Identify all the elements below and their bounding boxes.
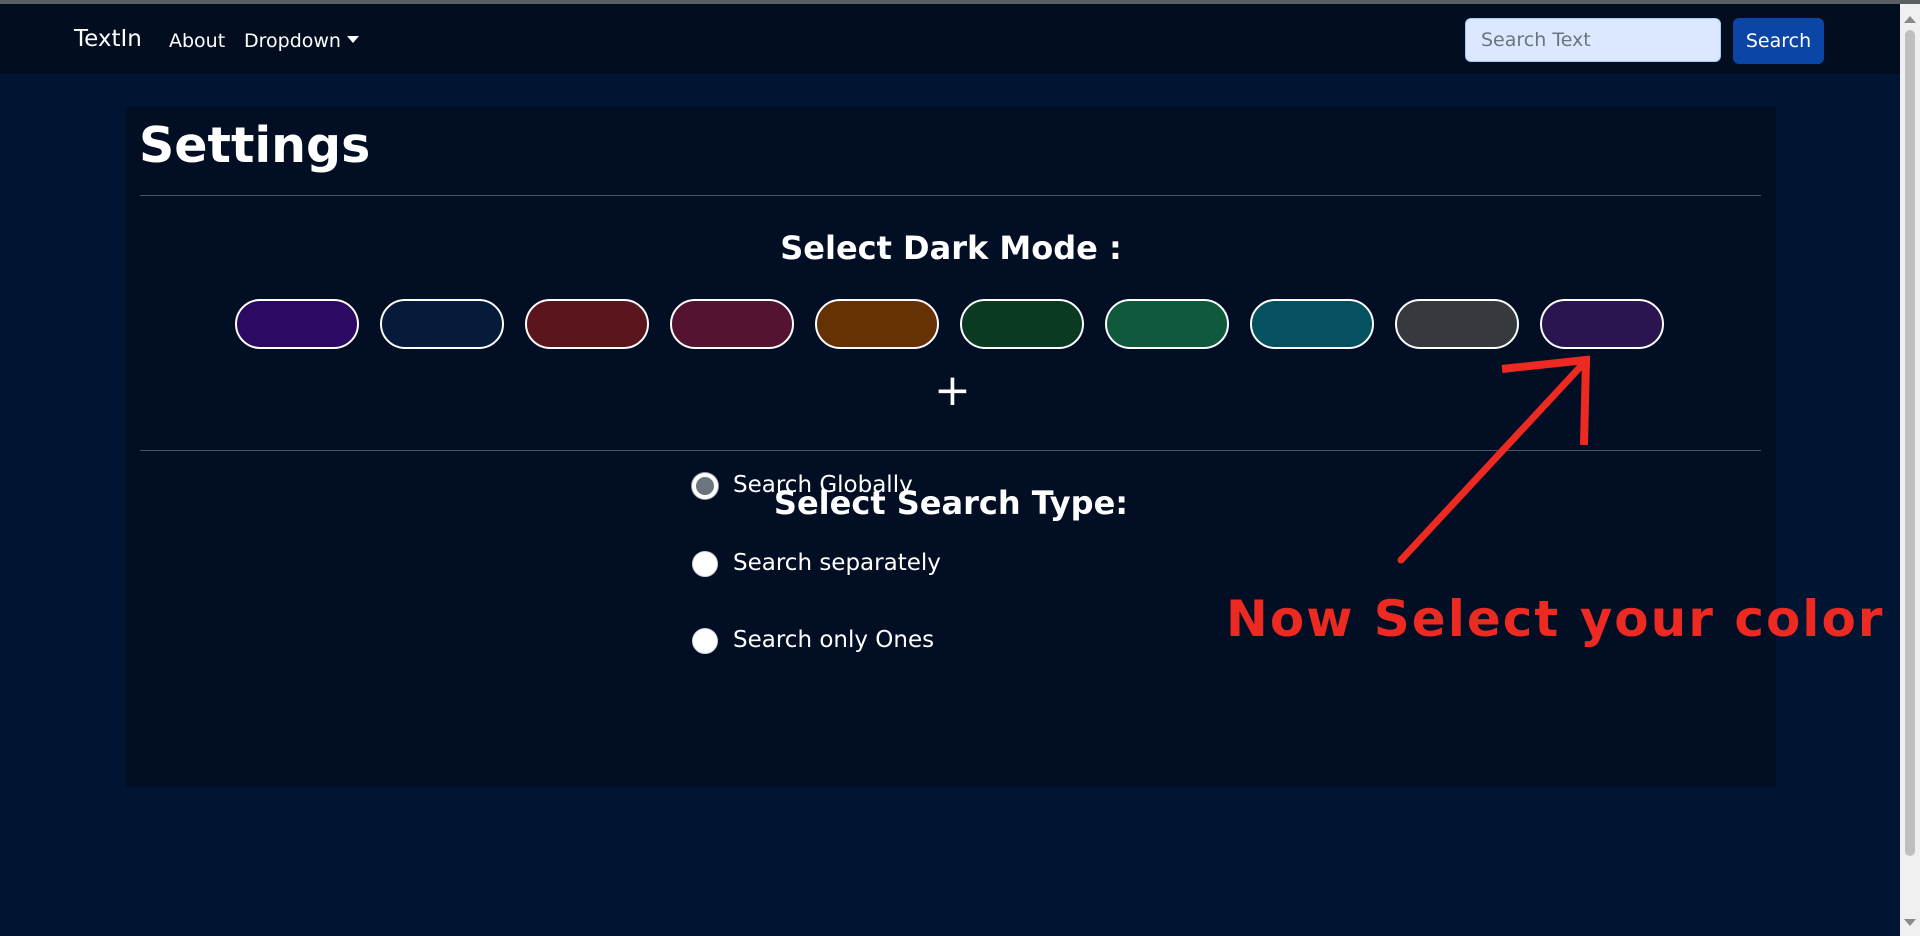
annotation-text: Now Select your color [1226, 590, 1885, 648]
scroll-down-icon[interactable] [1904, 919, 1916, 926]
scroll-thumb[interactable] [1905, 30, 1915, 856]
scrollbar[interactable] [1900, 4, 1920, 936]
scroll-up-icon[interactable] [1904, 16, 1916, 23]
annotation-arrow-icon [1397, 355, 1591, 564]
